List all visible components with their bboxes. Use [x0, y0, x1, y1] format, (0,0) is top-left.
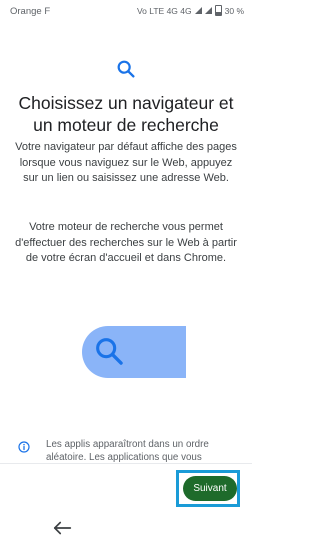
battery-icon — [214, 5, 222, 16]
back-arrow-icon[interactable] — [52, 519, 74, 537]
browser-description: Votre navigateur par défaut affiche des … — [15, 141, 237, 184]
battery-percent: 30 % — [224, 5, 244, 16]
network-indicators: Vo LTE 4G 4G — [136, 5, 192, 16]
info-text: Les applis apparaîtront dans un ordre al… — [46, 439, 209, 463]
status-indicators: Vo LTE 4G 4G 30 % — [137, 5, 244, 16]
search-icon — [117, 60, 135, 78]
footer-divider — [0, 463, 252, 464]
page-title: Choisissez un navigateur et un moteur de… — [18, 93, 234, 135]
next-button[interactable]: Suivant — [183, 476, 237, 501]
signal-icon — [194, 7, 202, 14]
carrier-name: Orange F — [10, 6, 51, 17]
info-icon — [18, 441, 30, 453]
search-illustration — [82, 326, 186, 378]
status-bar: Orange F Vo LTE 4G 4G 30 % — [0, 0, 252, 24]
illustration-search-icon — [96, 338, 123, 365]
search-engine-description: Votre moteur de recherche vous permet d'… — [15, 221, 237, 264]
signal-icon-2 — [204, 7, 212, 14]
